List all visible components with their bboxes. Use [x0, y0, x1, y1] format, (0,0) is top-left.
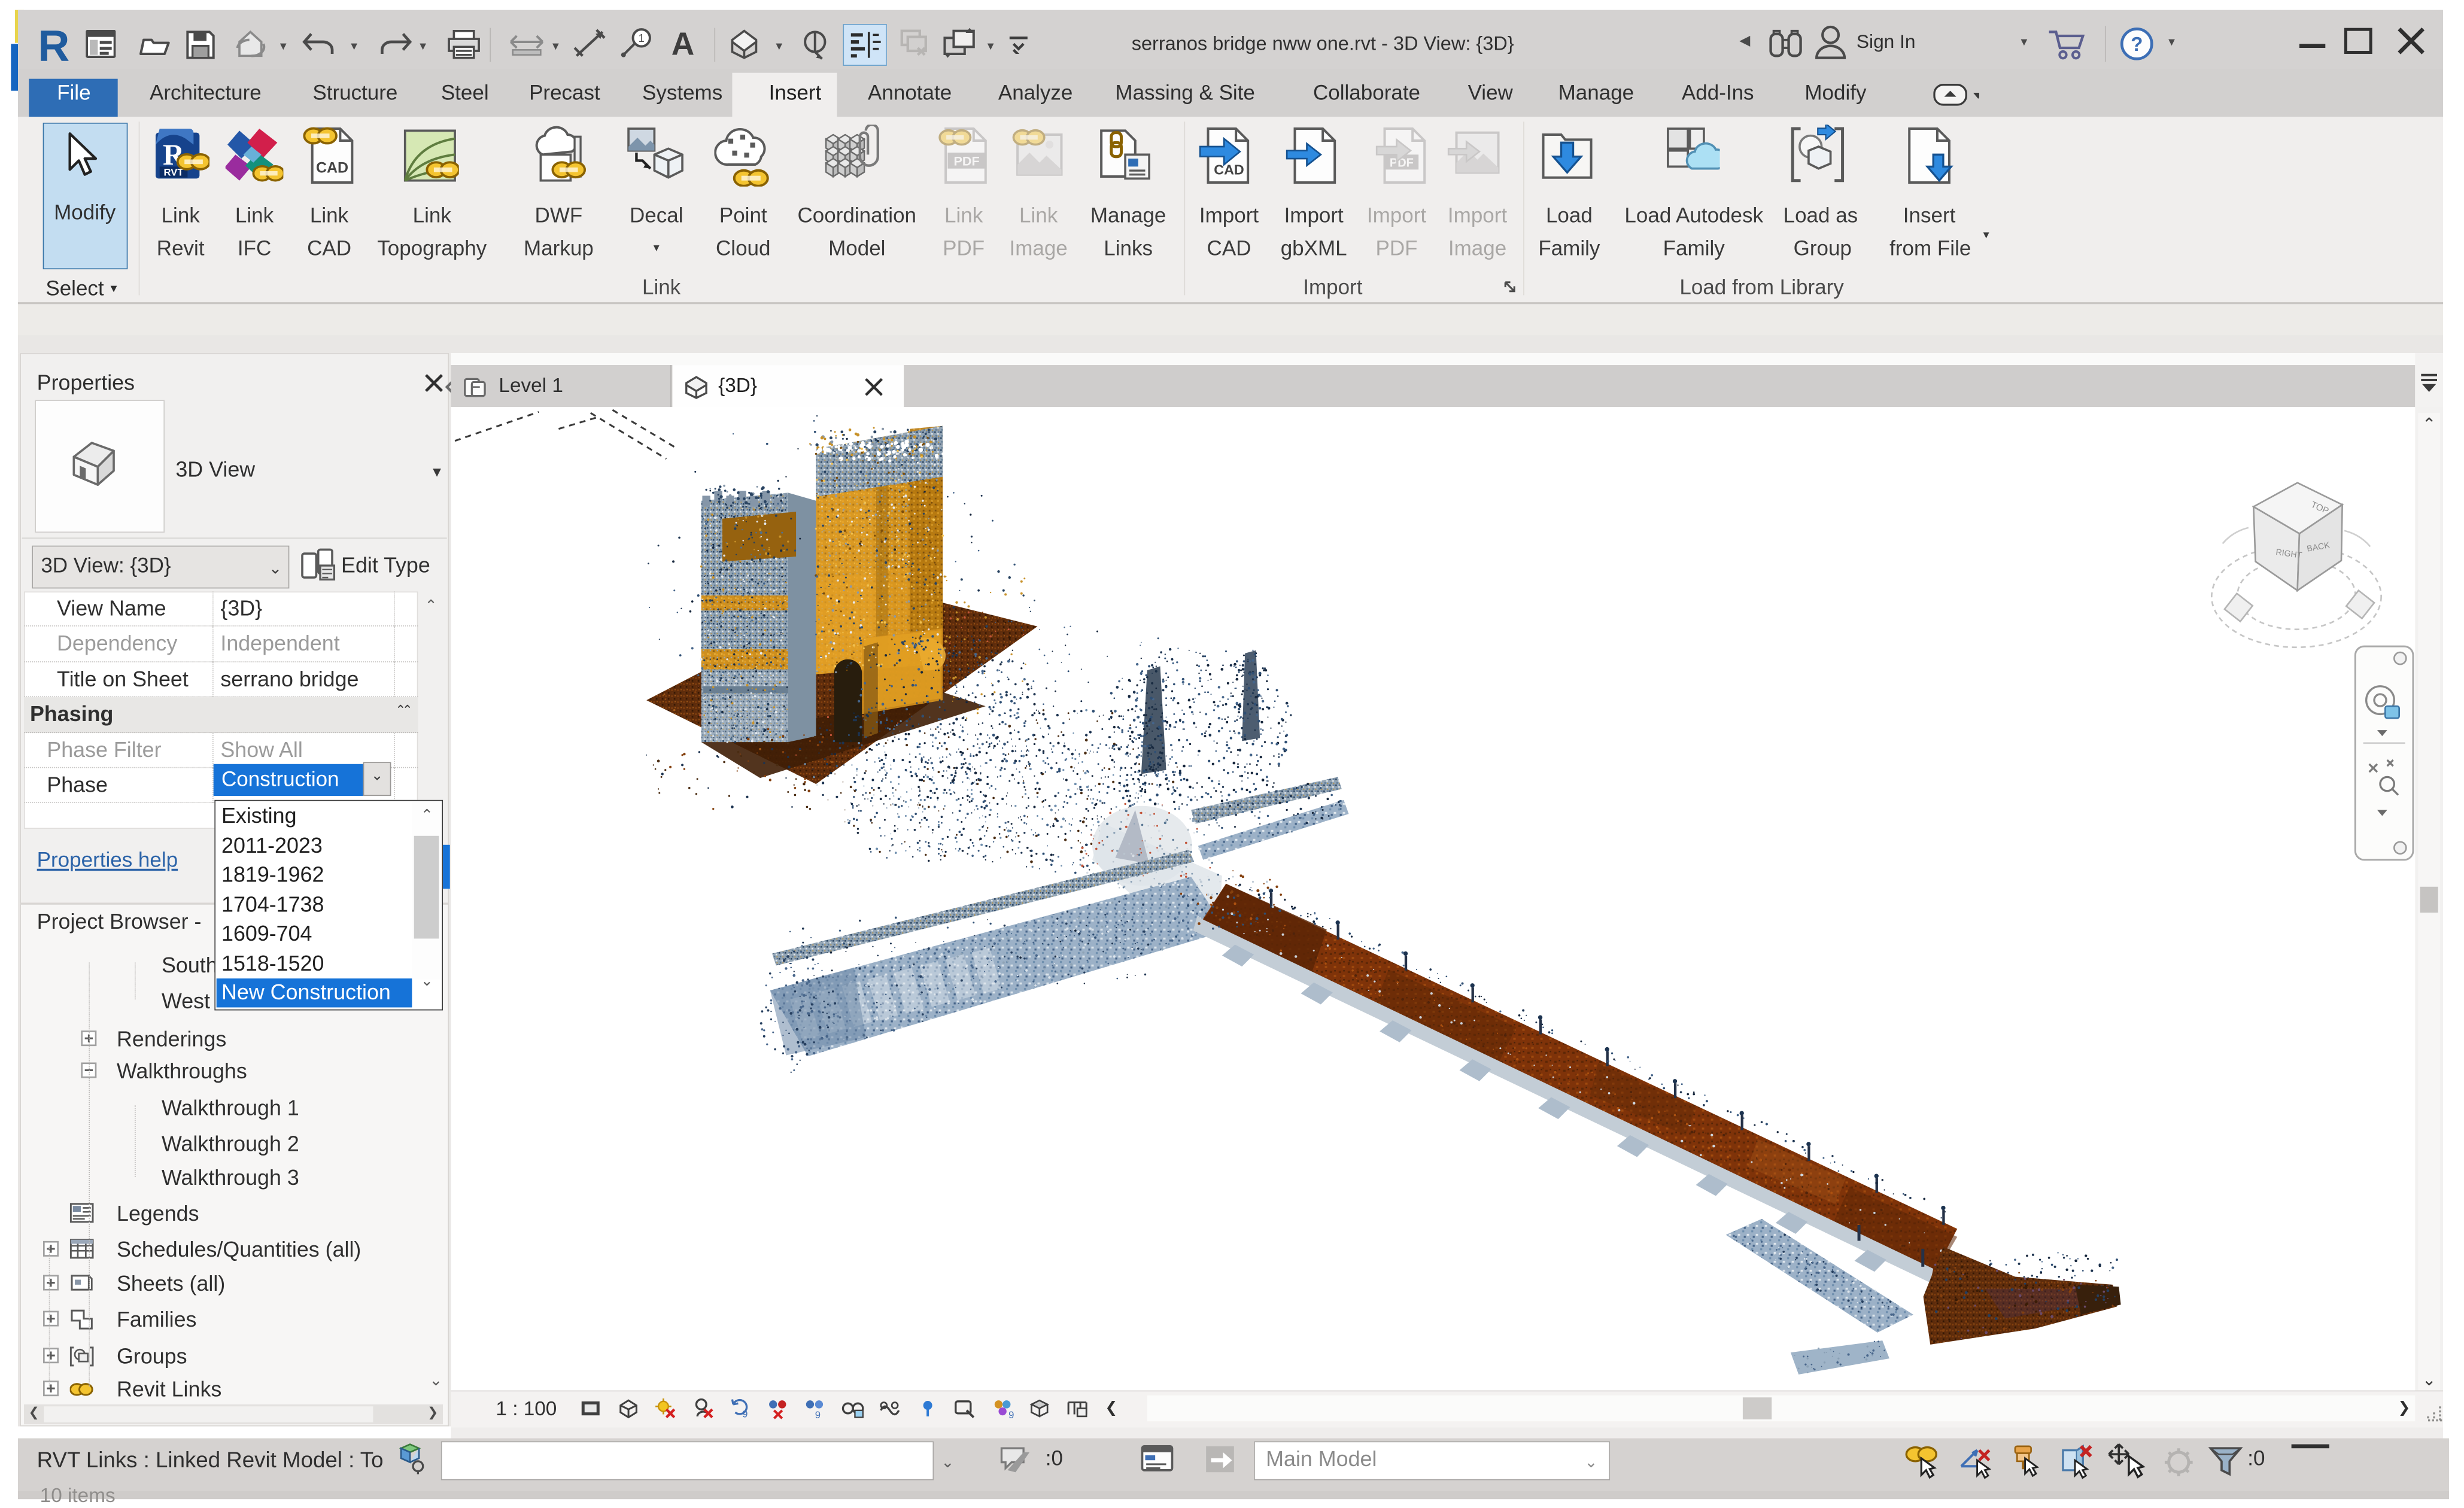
svg-text:1: 1 [639, 32, 645, 44]
svg-text:CAD: CAD [316, 159, 348, 176]
svg-text:CAD: CAD [1214, 162, 1244, 178]
svg-text:PDF: PDF [953, 154, 979, 169]
svg-text:?: ? [2131, 34, 2143, 56]
